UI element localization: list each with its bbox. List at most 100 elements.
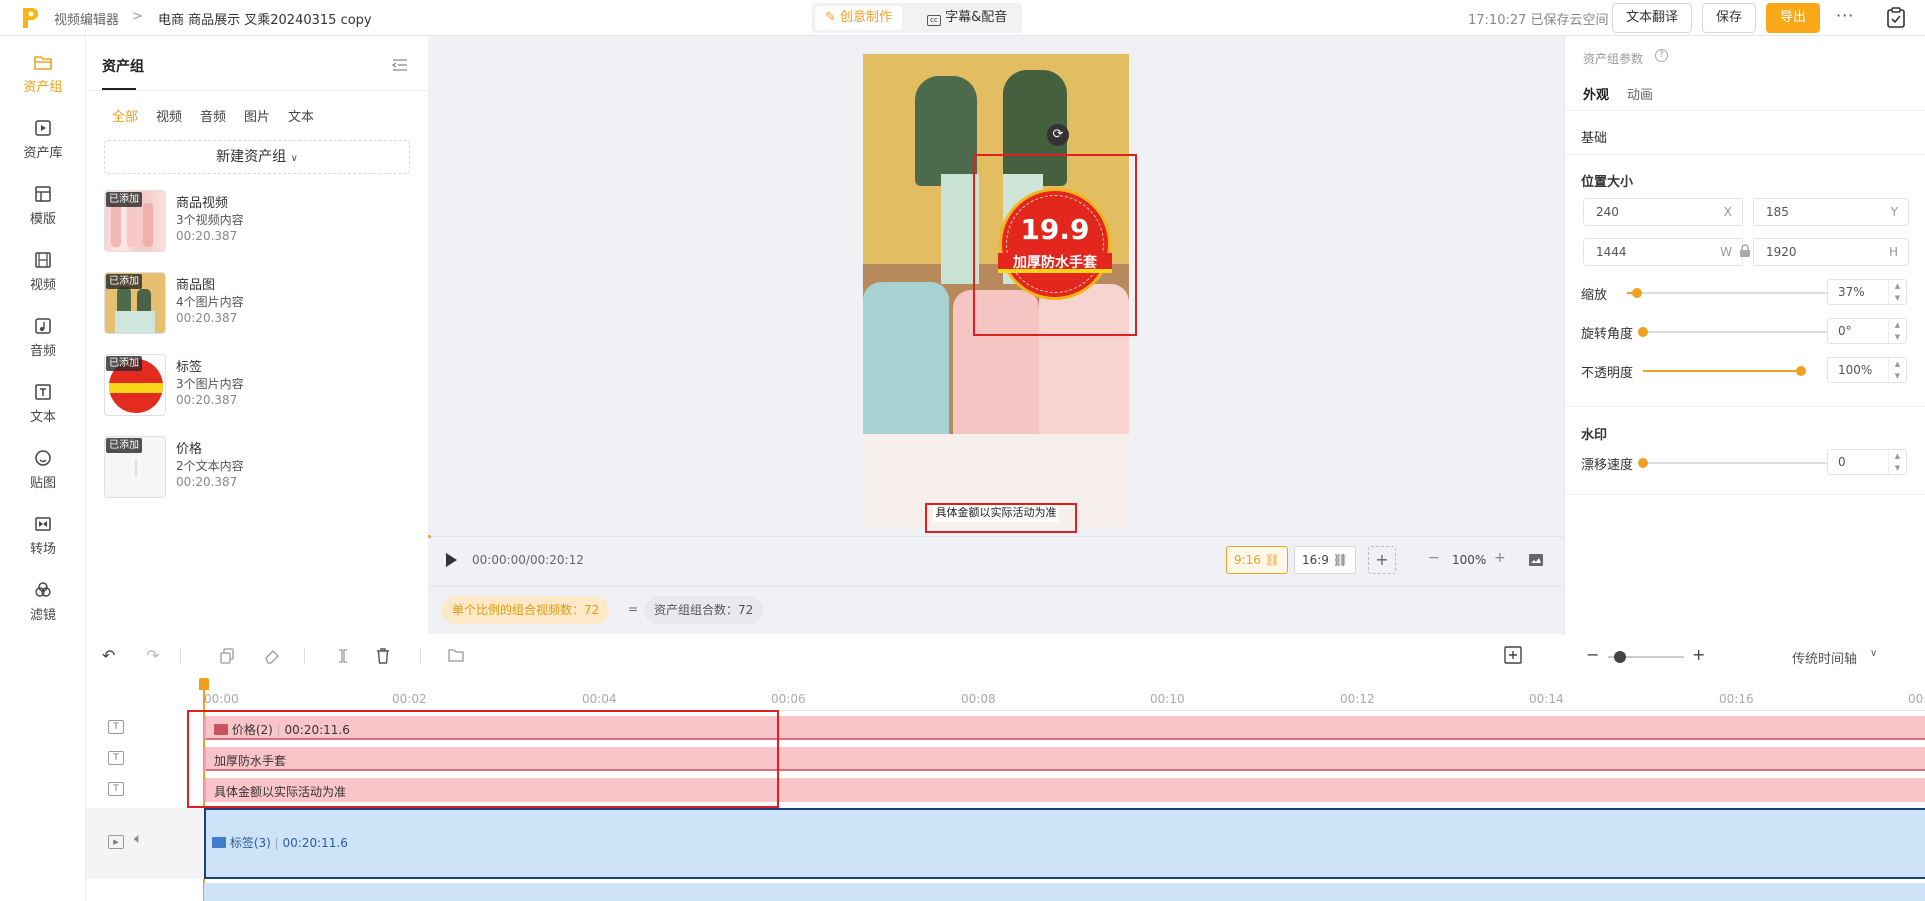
mode-subtitle-tab[interactable]: cc 字幕&配音 [917,6,1017,30]
clip-next-track[interactable] [204,883,1925,901]
translate-button[interactable]: 文本翻译 [1612,3,1692,33]
zoom-in-button[interactable]: + [1494,550,1506,566]
breadcrumb-root[interactable]: 视频编辑器 [54,9,119,28]
ratio-9-16-button[interactable]: 9:16 ⛓ [1226,546,1288,574]
nav-item-transition[interactable]: 转场 [0,514,86,574]
eraser-icon[interactable] [264,648,280,664]
music-note-icon [35,318,51,334]
collapse-panel-icon[interactable] [392,58,408,72]
nav-item-asset-library[interactable]: 资产库 [0,118,86,178]
snap-icon[interactable] [1504,646,1522,664]
ruler-tick: 00:16 [1719,692,1754,706]
asset-card-price[interactable]: 已添加 价格 2个文本内容 00:20.387 [104,436,404,508]
rotate-handle-icon[interactable]: ⟳ [1047,124,1069,146]
timeline-zoom-in-button[interactable]: + [1692,645,1705,664]
undo-icon[interactable]: ↶ [102,646,115,665]
add-ratio-button[interactable]: + [1368,546,1396,574]
asset-card-duration: 00:20.387 [176,475,238,489]
drift-speed-slider[interactable] [1643,462,1835,464]
scale-slider[interactable] [1627,292,1835,294]
nav-item-asset-group[interactable]: 资产组 [0,52,86,112]
drift-speed-label: 漂移速度 [1581,458,1634,473]
nav-item-text[interactable]: 文本 [0,382,86,442]
height-field[interactable]: 1920 H [1753,238,1909,266]
drift-speed-input[interactable]: 0 ▲ ▼ [1827,449,1907,475]
ruler-tick: 00:14 [1529,692,1564,706]
stepper-arrows-icon[interactable]: ▲ ▼ [1888,280,1906,304]
chevron-down-icon[interactable]: ∨ [1870,648,1877,659]
asset-card-product-image[interactable]: 已添加 商品图 4个图片内容 00:20.387 [104,272,404,344]
tab-appearance[interactable]: 外观 [1583,84,1609,103]
app-logo-icon[interactable] [20,6,40,30]
rotation-input[interactable]: 0° ▲ ▼ [1827,318,1907,344]
added-badge: 已添加 [106,192,142,207]
save-button[interactable]: 保存 [1702,3,1756,33]
subtitle-icon: cc [927,15,941,26]
asset-card-tag[interactable]: 已添加 标签 3个图片内容 00:20.387 [104,354,404,426]
y-field[interactable]: 185 Y [1753,198,1909,226]
lock-icon[interactable] [1739,244,1751,258]
rotation-slider-knob[interactable] [1638,327,1648,337]
library-play-icon [35,120,51,136]
folder-icon [212,837,226,848]
section-basic: 基础 [1581,131,1608,146]
asset-thumbnail: 已添加 [104,272,166,334]
filter-circles-icon [35,582,51,597]
drift-speed-slider-knob[interactable] [1638,458,1648,468]
asset-card-product-video[interactable]: 已添加 商品视频 3个视频内容 00:20.387 [104,190,404,262]
video-track-icon[interactable]: ▶ [108,835,124,849]
export-button[interactable]: 导出 [1766,3,1820,33]
added-badge: 已添加 [106,356,142,371]
redo-icon[interactable]: ↷ [146,646,159,665]
media-track-header [86,808,204,879]
filter-tab-video[interactable]: 视频 [156,106,182,125]
stepper-arrows-icon[interactable]: ▲ ▼ [1888,319,1906,343]
filter-tab-all[interactable]: 全部 [112,106,138,125]
zoom-out-button[interactable]: − [1428,550,1440,566]
help-icon[interactable]: ? [1655,49,1668,62]
preview-area: 19.9 加厚防水手套 ⟳ 具体金额以实际活动为准 00:00:00/00:20… [428,36,1564,634]
timeline-mode-select[interactable]: 传统时间轴 [1792,648,1857,667]
nav-item-video[interactable]: 视频 [0,250,86,310]
timeline-zoom-knob[interactable] [1614,651,1626,663]
scale-label: 缩放 [1581,288,1608,303]
nav-item-audio[interactable]: 音频 [0,316,86,376]
nav-item-template[interactable]: 模版 [0,184,86,244]
play-icon[interactable] [444,552,458,568]
clip-tag-group[interactable]: 标签(3) | 00:20:11.6 [204,808,1925,879]
copy-icon[interactable] [220,648,234,664]
tab-animation[interactable]: 动画 [1627,84,1653,103]
new-asset-group-button[interactable]: 新建资产组 ∨ [104,140,410,174]
fit-screen-icon[interactable] [1528,553,1544,567]
section-watermark: 水印 [1581,428,1608,443]
ratio-16-9-button[interactable]: 16:9 ⛓ [1294,546,1356,574]
x-field[interactable]: 240 X [1583,198,1743,226]
stepper-arrows-icon[interactable]: ▲ ▼ [1888,450,1906,474]
asset-card-count: 3个视频内容 [176,213,244,227]
rotation-slider[interactable] [1643,331,1835,333]
width-field[interactable]: 1444 W [1583,238,1743,266]
filter-tab-text[interactable]: 文本 [288,106,314,125]
zoom-level: 100% [1452,553,1487,567]
ruler-tick: 00:04 [582,692,617,706]
mode-creative-tab[interactable]: ✎ 创意制作 [815,6,903,30]
timeline-zoom-out-button[interactable]: − [1586,645,1599,664]
mode-switch: ✎ 创意制作 cc 字幕&配音 [812,3,1022,33]
opacity-input[interactable]: 100% ▲ ▼ [1827,357,1907,383]
nav-item-sticker[interactable]: 贴图 [0,448,86,508]
scale-input[interactable]: 37% ▲ ▼ [1827,279,1907,305]
nav-item-filter[interactable]: 滤镜 [0,580,86,640]
stepper-arrows-icon[interactable]: ▲ ▼ [1888,358,1906,382]
task-checklist-icon[interactable] [1886,7,1906,29]
delete-trash-icon[interactable] [376,647,390,664]
filter-tab-image[interactable]: 图片 [244,106,270,125]
asset-card-title: 商品图 [176,278,216,293]
more-menu-button[interactable]: ··· [1836,6,1854,25]
split-icon[interactable] [336,648,350,664]
opacity-slider-knob[interactable] [1796,366,1806,376]
folder-group-icon[interactable] [448,648,464,662]
filter-tab-audio[interactable]: 音频 [200,106,226,125]
volume-icon[interactable]: 🔈︎ [134,831,142,847]
scale-slider-knob[interactable] [1632,288,1643,298]
asset-card-duration: 00:20.387 [176,229,238,243]
